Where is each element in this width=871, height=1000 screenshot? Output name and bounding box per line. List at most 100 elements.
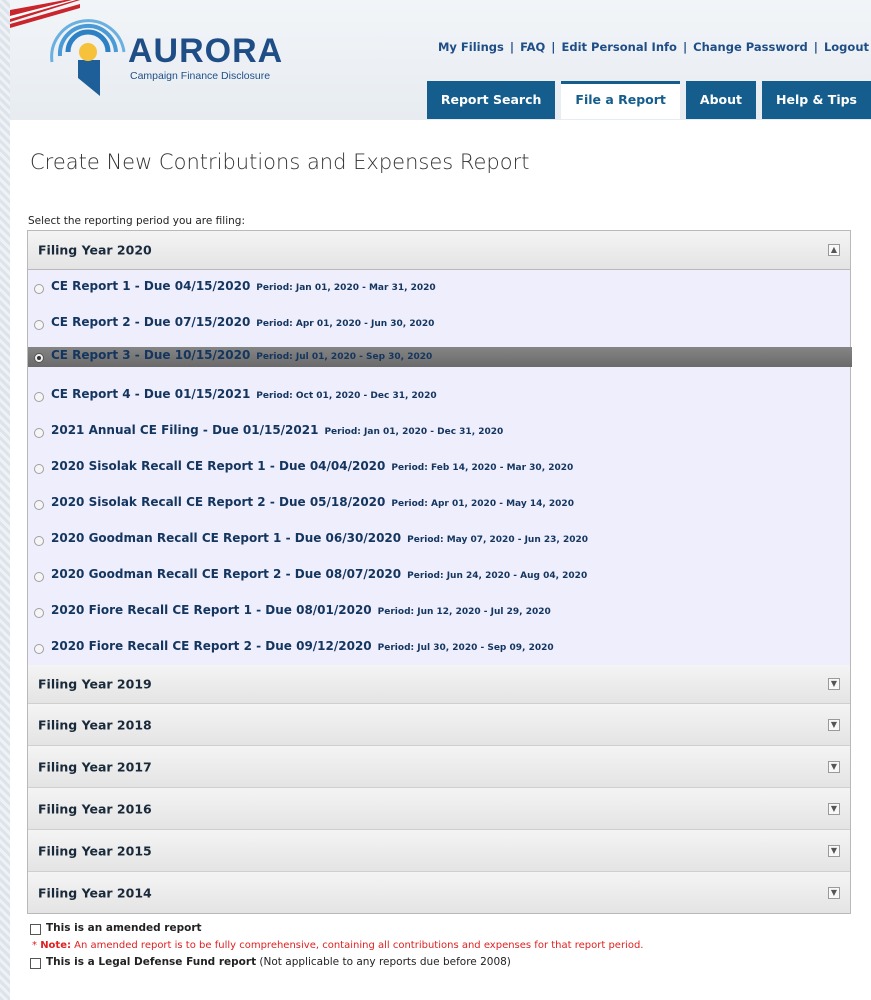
report-title: CE Report 3 - Due 10/15/2020 Period: Jul … (51, 348, 433, 362)
link-change-password[interactable]: Change Password (693, 40, 808, 54)
report-radio-button[interactable] (34, 284, 44, 294)
report-option-row[interactable]: CE Report 1 - Due 04/15/2020 Period: Jan … (28, 270, 850, 306)
report-period: Period: Jul 01, 2020 - Sep 30, 2020 (256, 352, 433, 362)
report-title: CE Report 2 - Due 07/15/2020 Period: Apr … (51, 315, 435, 329)
report-option-row[interactable]: 2020 Fiore Recall CE Report 1 - Due 08/0… (28, 594, 850, 630)
chevron-down-icon[interactable]: ▼ (828, 678, 840, 690)
logo-subtitle: Campaign Finance Disclosure (130, 70, 271, 82)
report-title: 2020 Fiore Recall CE Report 2 - Due 09/1… (51, 639, 554, 653)
filing-year-label: Filing Year 2016 (38, 801, 152, 816)
legal-defense-label: This is a Legal Defense Fund report (46, 956, 257, 968)
report-radio-button[interactable] (34, 500, 44, 510)
link-edit-personal-info[interactable]: Edit Personal Info (561, 40, 676, 54)
report-option-row[interactable]: 2020 Sisolak Recall CE Report 2 - Due 05… (28, 486, 850, 522)
report-period: Period: Apr 01, 2020 - May 14, 2020 (391, 499, 574, 509)
legal-defense-option[interactable]: This is a Legal Defense Fund report (Not… (30, 956, 643, 974)
tab-file-a-report[interactable]: File a Report (561, 81, 680, 119)
report-radio-button[interactable] (34, 353, 44, 363)
top-links: My Filings | FAQ | Edit Personal Info | Change… (438, 40, 869, 54)
legal-defense-suffix: (Not applicable to any reports due befor… (256, 956, 511, 968)
amended-report-checkbox[interactable] (30, 924, 41, 935)
filing-year-header[interactable]: Filing Year 2015 ▼ (28, 829, 850, 871)
link-faq[interactable]: FAQ (520, 40, 545, 54)
separator: | (682, 40, 688, 54)
report-option-row[interactable]: 2020 Goodman Recall CE Report 1 - Due 06… (28, 522, 850, 558)
report-period: Period: Jun 24, 2020 - Aug 04, 2020 (407, 571, 588, 581)
report-radio-button[interactable] (34, 572, 44, 582)
main-nav-tabs: Report Search File a Report About Help &… (426, 81, 871, 119)
filing-year-header[interactable]: Filing Year 2019 ▼ (28, 665, 850, 703)
site-header: AURORA Campaign Finance Disclosure My Fi… (10, 0, 871, 120)
main-content: Create New Contributions and Expenses Re… (10, 120, 871, 1000)
page-background-left (0, 0, 10, 1000)
legal-defense-checkbox[interactable] (30, 958, 41, 969)
tab-about[interactable]: About (685, 81, 757, 119)
report-title: 2021 Annual CE Filing - Due 01/15/2021 Pe… (51, 423, 504, 437)
filing-year-header[interactable]: Filing Year 2018 ▼ (28, 703, 850, 745)
amended-report-option[interactable]: This is an amended report (30, 922, 643, 940)
filing-year-label: Filing Year 2019 (38, 676, 152, 692)
filing-year-header[interactable]: Filing Year 2014 ▼ (28, 871, 850, 913)
filing-year-label: Filing Year 2017 (38, 759, 152, 774)
report-option-row[interactable]: CE Report 4 - Due 01/15/2021 Period: Oct … (28, 378, 850, 414)
chevron-up-icon[interactable]: ▲ (828, 244, 840, 256)
select-period-label: Select the reporting period you are fili… (28, 215, 245, 227)
report-radio-button[interactable] (34, 536, 44, 546)
report-period: Period: Jul 30, 2020 - Sep 09, 2020 (377, 643, 554, 653)
link-logout[interactable]: Logout (824, 40, 869, 54)
aurora-logo[interactable]: AURORA Campaign Finance Disclosure (40, 12, 300, 102)
report-period: Period: Apr 01, 2020 - Jun 30, 2020 (256, 319, 435, 329)
filing-year-label: Filing Year 2018 (38, 717, 152, 732)
chevron-down-icon[interactable]: ▼ (828, 718, 840, 731)
note-asterisk: * (32, 940, 41, 951)
note-label: Note: (40, 940, 71, 951)
report-period: Period: May 07, 2020 - Jun 23, 2020 (407, 535, 589, 545)
report-option-row[interactable]: 2020 Sisolak Recall CE Report 1 - Due 04… (28, 450, 850, 486)
report-radio-button[interactable] (34, 428, 44, 438)
filing-year-2020-header[interactable]: Filing Year 2020 ▲ (28, 231, 850, 269)
chevron-down-icon[interactable]: ▼ (828, 886, 840, 899)
filing-year-header[interactable]: Filing Year 2016 ▼ (28, 787, 850, 829)
chevron-down-icon[interactable]: ▼ (828, 844, 840, 857)
report-option-row[interactable]: 2020 Fiore Recall CE Report 2 - Due 09/1… (28, 630, 850, 666)
filing-year-accordion: Filing Year 2020 ▲ CE Report 1 - Due 04/… (27, 230, 852, 914)
report-title: 2020 Goodman Recall CE Report 1 - Due 06… (51, 531, 589, 545)
amended-note: * Note: An amended report is to be fully… (30, 940, 643, 956)
separator: | (509, 40, 515, 54)
link-my-filings[interactable]: My Filings (438, 40, 504, 54)
report-title: 2020 Fiore Recall CE Report 1 - Due 08/0… (51, 603, 551, 617)
filing-year-header[interactable]: Filing Year 2017 ▼ (28, 745, 850, 787)
report-period: Period: Jan 01, 2020 - Mar 31, 2020 (256, 283, 436, 293)
report-list: CE Report 1 - Due 04/15/2020 Period: Jan … (28, 269, 852, 666)
report-period: Period: Jun 12, 2020 - Jul 29, 2020 (377, 607, 551, 617)
report-title: 2020 Sisolak Recall CE Report 1 - Due 04… (51, 459, 574, 473)
report-radio-button[interactable] (34, 608, 44, 618)
logo-title: AURORA (128, 32, 284, 70)
report-radio-button[interactable] (34, 320, 44, 330)
report-option-row[interactable]: CE Report 2 - Due 07/15/2020 Period: Apr … (28, 306, 850, 342)
report-radio-button[interactable] (34, 464, 44, 474)
report-title: 2020 Goodman Recall CE Report 2 - Due 08… (51, 567, 588, 581)
report-period: Period: Feb 14, 2020 - Mar 30, 2020 (391, 463, 574, 473)
report-option-row[interactable]: CE Report 3 - Due 10/15/2020 Period: Jul … (28, 342, 852, 378)
separator: | (813, 40, 818, 54)
report-title: CE Report 4 - Due 01/15/2021 Period: Oct … (51, 387, 437, 401)
amended-report-label: This is an amended report (46, 922, 202, 934)
chevron-down-icon[interactable]: ▼ (828, 802, 840, 815)
note-text: An amended report is to be fully compreh… (71, 940, 644, 951)
report-radio-button[interactable] (34, 644, 44, 654)
report-period: Period: Jan 01, 2020 - Dec 31, 2020 (324, 427, 504, 437)
tab-report-search[interactable]: Report Search (426, 81, 556, 119)
page-title: Create New Contributions and Expenses Re… (30, 150, 530, 174)
separator: | (551, 40, 556, 54)
filing-year-label: Filing Year 2014 (38, 885, 152, 900)
report-period: Period: Oct 01, 2020 - Dec 31, 2020 (256, 391, 437, 401)
aurora-sunrise-icon (50, 19, 126, 96)
tab-help-and-tips[interactable]: Help & Tips (762, 81, 871, 119)
report-option-row[interactable]: 2020 Goodman Recall CE Report 2 - Due 08… (28, 558, 850, 594)
report-title: 2020 Sisolak Recall CE Report 2 - Due 05… (51, 495, 574, 509)
filing-year-label: Filing Year 2015 (38, 843, 152, 858)
chevron-down-icon[interactable]: ▼ (828, 760, 840, 773)
report-option-row[interactable]: 2021 Annual CE Filing - Due 01/15/2021 Pe… (28, 414, 850, 450)
report-radio-button[interactable] (34, 392, 44, 402)
